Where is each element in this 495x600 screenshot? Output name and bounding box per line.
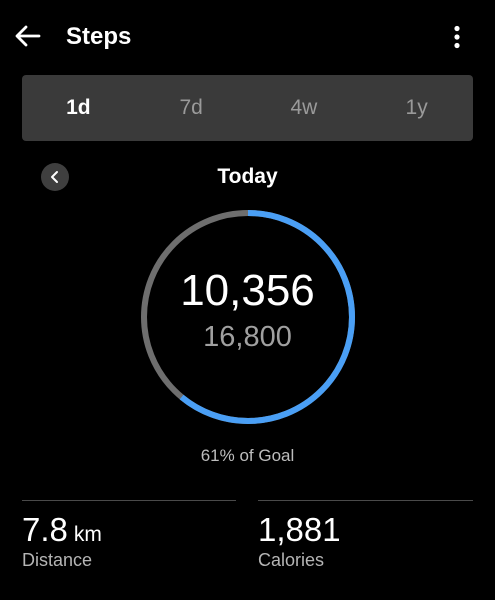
- divider: [258, 500, 473, 501]
- previous-day-button[interactable]: [41, 163, 69, 191]
- tab-1y[interactable]: 1y: [360, 75, 473, 141]
- divider: [22, 500, 236, 501]
- steps-screen: Steps 1d 7d 4w 1y Today 10,356 16,800 61…: [0, 0, 495, 600]
- more-options-button[interactable]: [443, 22, 471, 52]
- period-tabs: 1d 7d 4w 1y: [22, 75, 473, 141]
- steps-goal: 16,800: [203, 321, 292, 353]
- page-title: Steps: [66, 23, 132, 50]
- distance-stat: 7.8 km Distance: [22, 500, 236, 590]
- goal-percent-text: 61% of Goal: [200, 446, 295, 465]
- back-button[interactable]: [12, 20, 44, 52]
- calories-value-row: 1,881: [258, 510, 341, 550]
- calories-value: 1,881: [258, 511, 341, 548]
- more-vertical-icon: [454, 25, 460, 49]
- tab-7d[interactable]: 7d: [135, 75, 248, 141]
- distance-unit: km: [73, 523, 102, 546]
- calories-label: Calories: [258, 550, 325, 570]
- distance-label: Distance: [22, 550, 93, 570]
- tab-1d[interactable]: 1d: [22, 75, 135, 141]
- arrow-left-icon: [15, 25, 41, 47]
- calories-stat: 1,881 Calories: [258, 500, 473, 590]
- steps-count: 10,356: [180, 266, 315, 315]
- date-label: Today: [217, 165, 278, 188]
- tab-4w[interactable]: 4w: [248, 75, 361, 141]
- chevron-left-icon: [51, 171, 58, 183]
- distance-value: 7.8: [22, 511, 68, 548]
- distance-value-row: 7.8 km: [22, 510, 102, 550]
- top-bar: Steps: [0, 0, 495, 76]
- progress-ring: [138, 207, 358, 427]
